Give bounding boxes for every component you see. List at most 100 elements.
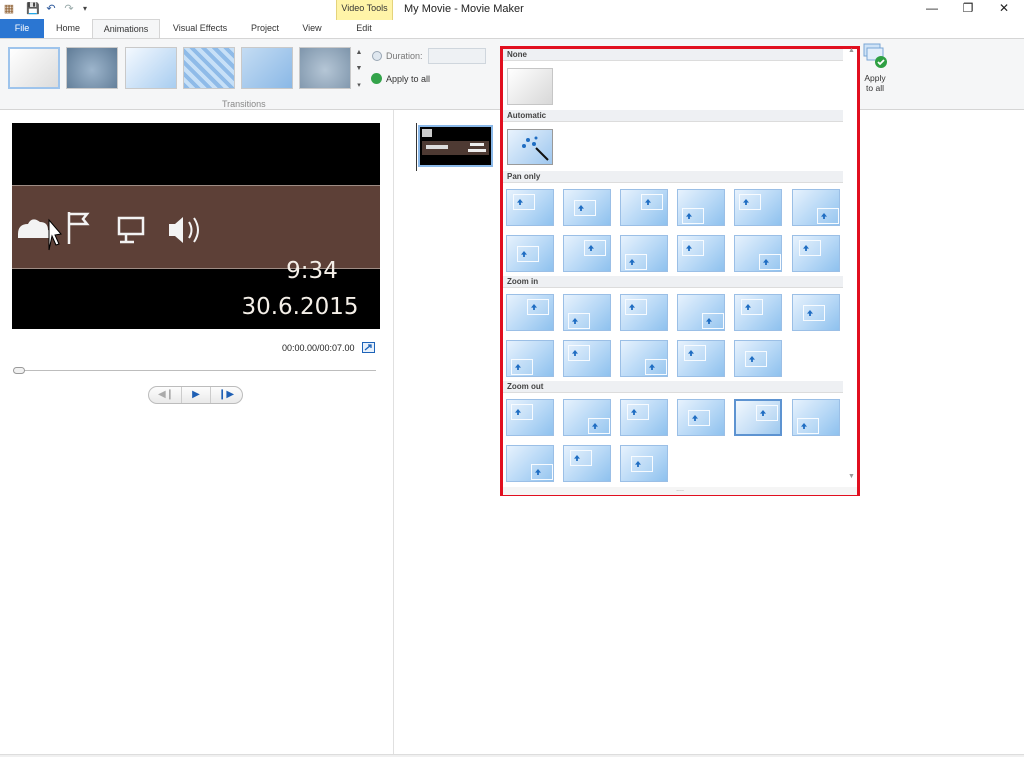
gallery-resize-grip[interactable]: .... — [503, 486, 857, 495]
app-icon[interactable]: ▦ — [2, 2, 16, 16]
effect-frame-outline — [817, 208, 839, 224]
pan-zoom-effect-zoom-in[interactable] — [620, 340, 668, 377]
effect-frame-outline — [570, 450, 592, 466]
apply-to-all-small-button[interactable]: Apply to all — [386, 74, 430, 84]
effect-frame-outline — [756, 405, 778, 421]
gallery-items: None Automatic Pan only Zoom in Zoom out — [503, 49, 845, 489]
gallery-scroll-up-button[interactable]: ▲ — [846, 47, 857, 54]
tab-edit[interactable]: Edit — [338, 19, 390, 38]
contextual-group-label: Video Tools — [341, 3, 388, 13]
storyboard-clip[interactable] — [418, 125, 493, 167]
transition-cinematic-thumb[interactable] — [299, 47, 351, 89]
seek-slider-thumb[interactable] — [13, 367, 25, 374]
transition-crossfade-thumb[interactable] — [66, 47, 118, 89]
tab-project[interactable]: Project — [244, 19, 286, 38]
transitions-group-label: Transitions — [222, 99, 266, 109]
pan-zoom-gallery-dropdown: None Automatic Pan only Zoom in Zoom out… — [500, 46, 860, 496]
close-button[interactable]: ✕ — [986, 0, 1022, 18]
minimize-button[interactable]: — — [914, 0, 950, 18]
tab-visual-effects[interactable]: Visual Effects — [166, 19, 234, 38]
apply-to-all-small-icon — [371, 73, 382, 84]
effect-frame-outline — [625, 254, 647, 270]
gallery-expand-icon[interactable]: ▾ — [354, 81, 364, 89]
effect-frame-outline — [574, 200, 596, 216]
pan-zoom-effect-pan[interactable] — [734, 189, 782, 226]
tab-home[interactable]: Home — [48, 19, 88, 38]
pan-zoom-effect-pan[interactable] — [677, 189, 725, 226]
storyboard-playhead[interactable] — [416, 123, 417, 171]
transition-none-thumb[interactable] — [8, 47, 60, 89]
pan-zoom-effect-zoom-out[interactable] — [734, 399, 782, 436]
pan-zoom-effect-pan[interactable] — [620, 189, 668, 226]
tab-animations[interactable]: Animations — [92, 19, 160, 39]
pan-zoom-effect-zoom-in[interactable] — [506, 294, 554, 331]
redo-icon[interactable]: ↷ — [62, 2, 76, 16]
effect-frame-outline — [568, 345, 590, 361]
pan-zoom-effect-pan[interactable] — [506, 235, 554, 272]
effect-frame-outline — [682, 240, 704, 256]
previous-frame-icon[interactable]: ◀❙ — [151, 387, 181, 403]
video-preview[interactable]: 9:34 30.6.2015 — [12, 123, 380, 329]
effect-frame-outline — [517, 246, 539, 262]
customize-quick-access-icon[interactable]: ▾ — [78, 2, 92, 16]
tab-view[interactable]: View — [294, 19, 330, 38]
pan-zoom-automatic[interactable] — [507, 129, 553, 165]
tab-file[interactable]: File — [0, 19, 44, 38]
save-icon[interactable]: 💾 — [26, 2, 40, 16]
transition-flip-thumb[interactable] — [241, 47, 293, 89]
effect-frame-outline — [759, 254, 781, 270]
gallery-scrollbar[interactable]: ▲ ▼ — [846, 47, 857, 489]
category-automatic: Automatic — [503, 110, 843, 122]
category-zoom-in: Zoom in — [503, 276, 843, 288]
next-frame-icon[interactable]: ❙▶ — [211, 387, 241, 403]
pan-zoom-effect-zoom-in[interactable] — [563, 340, 611, 377]
effect-frame-outline — [645, 359, 667, 375]
pan-zoom-effect-zoom-in[interactable] — [563, 294, 611, 331]
pan-zoom-effect-pan[interactable] — [792, 189, 840, 226]
pan-zoom-effect-pan[interactable] — [563, 235, 611, 272]
pan-zoom-effect-pan[interactable] — [734, 235, 782, 272]
effect-frame-outline — [799, 240, 821, 256]
pan-zoom-effect-zoom-in[interactable] — [734, 294, 782, 331]
pan-zoom-effect-pan[interactable] — [506, 189, 554, 226]
effect-frame-outline — [797, 418, 819, 434]
transition-diagonal-box-thumb[interactable] — [125, 47, 177, 89]
pan-zoom-effect-zoom-out[interactable] — [677, 399, 725, 436]
pan-zoom-none[interactable] — [507, 68, 553, 105]
pan-zoom-effect-zoom-out[interactable] — [563, 445, 611, 482]
pan-zoom-effect-zoom-out[interactable] — [620, 445, 668, 482]
duration-dropdown[interactable] — [428, 48, 486, 64]
pan-zoom-effect-pan[interactable] — [677, 235, 725, 272]
pan-zoom-effect-zoom-in[interactable] — [734, 340, 782, 377]
pan-zoom-effect-zoom-in[interactable] — [506, 340, 554, 377]
effect-frame-outline — [527, 299, 549, 315]
ribbon-tabs: File Home Animations Visual Effects Proj… — [0, 19, 1024, 39]
pan-zoom-effect-zoom-in[interactable] — [792, 294, 840, 331]
gallery-scroll-down-icon[interactable]: ▼ — [354, 65, 364, 72]
pane-divider[interactable] — [393, 110, 394, 756]
effect-frame-outline — [739, 194, 761, 210]
seek-track[interactable] — [14, 370, 376, 371]
pan-zoom-effect-zoom-in[interactable] — [620, 294, 668, 331]
title-bar: ▦ 💾 ↶ ↷ ▾ My Movie - Movie Maker — ❐ ✕ — [0, 0, 1024, 18]
pan-zoom-effect-zoom-in[interactable] — [677, 340, 725, 377]
pan-zoom-effect-zoom-out[interactable] — [563, 399, 611, 436]
undo-icon[interactable]: ↶ — [44, 2, 58, 16]
pan-zoom-effect-zoom-out[interactable] — [506, 399, 554, 436]
effect-frame-outline — [625, 299, 647, 315]
restore-button[interactable]: ❐ — [950, 0, 986, 18]
gallery-scroll-down-button[interactable]: ▼ — [846, 473, 857, 480]
pan-zoom-effect-zoom-in[interactable] — [677, 294, 725, 331]
pan-zoom-effect-zoom-out[interactable] — [506, 445, 554, 482]
effect-frame-outline — [511, 404, 533, 420]
pan-zoom-effect-pan[interactable] — [620, 235, 668, 272]
effect-frame-outline — [511, 359, 533, 375]
play-icon[interactable]: ▶ — [181, 387, 211, 403]
fullscreen-preview-icon[interactable] — [362, 342, 375, 353]
transition-dissolve-thumb[interactable] — [183, 47, 235, 89]
gallery-scroll-up-icon[interactable]: ▲ — [354, 49, 364, 56]
pan-zoom-effect-pan[interactable] — [563, 189, 611, 226]
pan-zoom-effect-zoom-out[interactable] — [620, 399, 668, 436]
pan-zoom-effect-zoom-out[interactable] — [792, 399, 840, 436]
pan-zoom-effect-pan[interactable] — [792, 235, 840, 272]
